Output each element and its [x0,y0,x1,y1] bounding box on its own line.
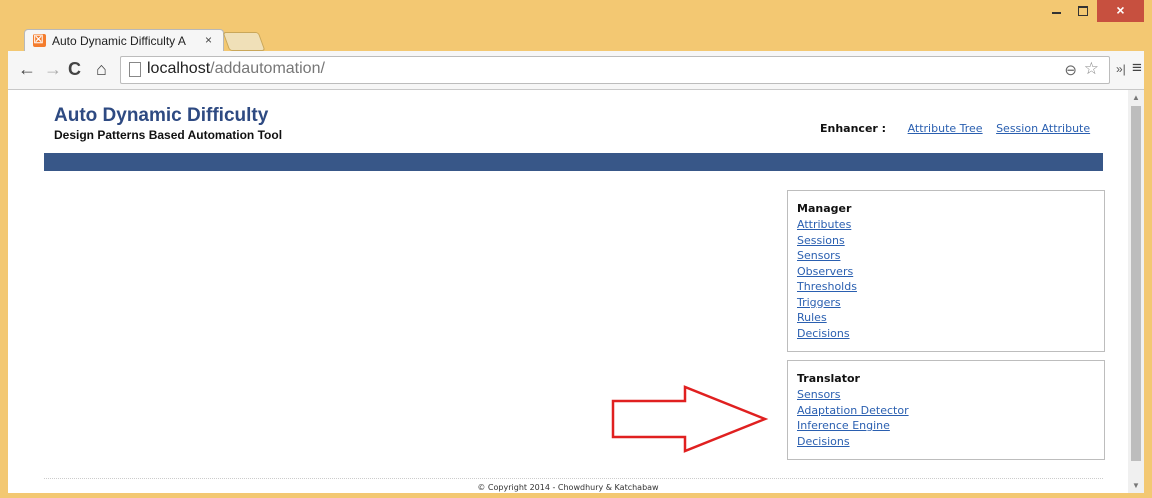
browser-window: × Auto Dynamic Difficulty A × ← → C ⌂ lo… [0,0,1152,498]
enhancer-label: Enhancer : [820,122,887,135]
translator-heading: Translator [797,372,860,385]
reload-icon[interactable]: C [68,59,81,80]
vertical-scrollbar[interactable]: ▲ ▼ [1128,90,1144,493]
footer-copyright: © Copyright 2014 - Chowdhury & Katchabaw [477,483,659,492]
browser-toolbar: ← → C ⌂ localhost/addautomation/ ⊖ ☆ »| … [8,51,1144,90]
red-arrow-annotation [611,385,769,453]
enhancer-nav: Enhancer : Attribute Tree Session Attrib… [820,122,1090,135]
manager-heading: Manager [797,202,852,215]
manager-link-observers[interactable]: Observers [797,265,853,278]
extensions-overflow-icon[interactable]: »| [1116,62,1126,76]
browser-tab[interactable]: Auto Dynamic Difficulty A × [24,29,224,52]
page-icon [129,62,141,77]
bookmark-star-icon[interactable]: ☆ [1084,59,1099,79]
manager-link-sensors[interactable]: Sensors [797,249,840,262]
home-icon[interactable]: ⌂ [96,59,107,80]
attribute-tree-link[interactable]: Attribute Tree [908,122,983,135]
translator-link-adaptation-detector[interactable]: Adaptation Detector [797,404,909,417]
zoom-icon[interactable]: ⊖ [1064,61,1077,79]
url-path: /addautomation/ [210,60,325,77]
minimize-button[interactable] [1044,0,1070,22]
close-window-button[interactable]: × [1097,0,1144,22]
manager-link-decisions[interactable]: Decisions [797,327,850,340]
address-bar[interactable]: localhost/addautomation/ ⊖ ☆ [120,56,1110,84]
translator-panel: Translator Sensors Adaptation Detector I… [787,360,1105,460]
favicon-icon [33,31,46,47]
manager-link-attributes[interactable]: Attributes [797,218,851,231]
tab-title: Auto Dynamic Difficulty A [52,34,186,48]
manager-link-rules[interactable]: Rules [797,311,827,324]
site-title: Auto Dynamic Difficulty [54,105,269,126]
scroll-thumb[interactable] [1131,106,1141,461]
menu-icon[interactable]: ≡ [1132,58,1142,78]
translator-link-decisions[interactable]: Decisions [797,435,850,448]
page-viewport: Auto Dynamic Difficulty Design Patterns … [8,90,1128,493]
site-subtitle: Design Patterns Based Automation Tool [54,128,283,142]
manager-link-triggers[interactable]: Triggers [797,296,841,309]
url-host: localhost [147,60,211,77]
translator-link-inference-engine[interactable]: Inference Engine [797,419,890,432]
translator-link-sensors[interactable]: Sensors [797,388,840,401]
banner-bar [44,153,1103,171]
tab-close-icon[interactable]: × [205,33,212,47]
scroll-up-icon[interactable]: ▲ [1132,93,1140,102]
footer-divider [44,478,1103,479]
scroll-down-icon[interactable]: ▼ [1132,481,1140,490]
manager-panel: Manager Attributes Sessions Sensors Obse… [787,190,1105,352]
url-text[interactable]: localhost/addautomation/ [147,60,325,78]
manager-link-thresholds[interactable]: Thresholds [797,280,857,293]
close-icon: × [1116,2,1125,18]
manager-link-sessions[interactable]: Sessions [797,234,845,247]
back-arrow-icon[interactable]: ← [18,59,36,80]
forward-arrow-icon[interactable]: → [44,59,62,80]
maximize-button[interactable] [1070,0,1096,22]
session-attribute-link[interactable]: Session Attribute [996,122,1090,135]
new-tab-button[interactable] [222,32,266,51]
